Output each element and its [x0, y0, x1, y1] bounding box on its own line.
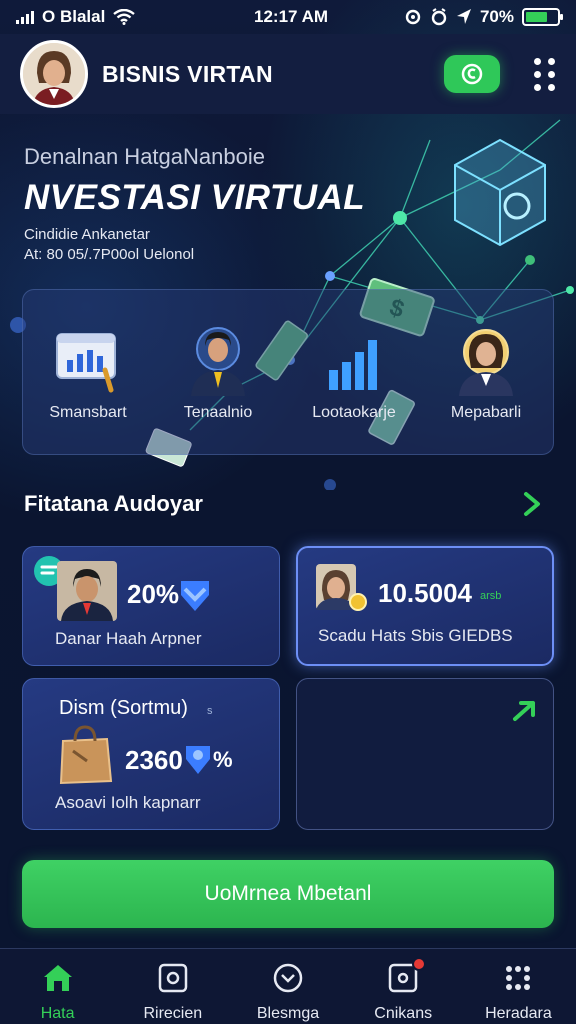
- home-icon: [43, 965, 72, 991]
- grid-dots-icon: [506, 966, 531, 990]
- currency-icon: [461, 63, 483, 85]
- alarm-icon: [431, 8, 447, 26]
- businesswoman-icon: [459, 329, 513, 396]
- feature-label: Tenaalnio: [183, 404, 253, 421]
- investment-card-2[interactable]: 10.5004 arsb Scadu Hats Sbis GIEDBS: [296, 546, 554, 666]
- shield-chevron-icon: [181, 581, 209, 611]
- card-description: Scadu Hats Sbis GIEDBS: [318, 626, 513, 645]
- card-description: Danar Haah Arpner: [55, 629, 202, 648]
- app-title: BISNIS VIRTAN: [102, 60, 273, 87]
- investment-card-3[interactable]: Dism (Sortmu) s 2360 % Asoavi Iolh kapna…: [22, 678, 280, 830]
- feature-panel: Smansbart Tenaalnio Lootaokarje Mepabarl…: [22, 289, 554, 455]
- growth-chart-icon: [329, 340, 377, 390]
- nav-item-5[interactable]: Heradara: [461, 949, 576, 1024]
- signal-icon: [16, 10, 34, 24]
- nav-item-3[interactable]: Blesmga: [230, 949, 345, 1024]
- chevron-right-icon[interactable]: [518, 488, 546, 520]
- nav-label: Heradara: [485, 1005, 552, 1022]
- card-heading-suffix: s: [207, 705, 213, 717]
- circle-chevron-icon: [273, 963, 303, 993]
- hero-description-line-1: Cindidie Ankanetar: [24, 226, 150, 243]
- section-title: Fitatana Audoyar: [24, 491, 203, 516]
- empty-card[interactable]: [296, 678, 554, 830]
- nav-label: Cnikans: [374, 1005, 433, 1022]
- nav-item-2[interactable]: Rirecien: [115, 949, 230, 1024]
- primary-cta-button[interactable]: UoMrnea Mbetanl: [22, 860, 554, 928]
- nav-item-home[interactable]: Hata: [0, 949, 115, 1024]
- card-value: 20%: [127, 579, 180, 609]
- location-icon: [456, 9, 471, 24]
- investment-card-1[interactable]: 20% Danar Haah Arpner: [22, 546, 280, 666]
- wifi-icon: [113, 9, 136, 25]
- feature-label: Smansbart: [49, 404, 127, 421]
- investor-photo: [57, 561, 117, 621]
- nav-label: Rirecien: [143, 1005, 203, 1022]
- nav-item-4[interactable]: Cnikans: [346, 949, 461, 1024]
- shield-icon: [186, 746, 210, 774]
- battery-percent: 70%: [479, 7, 514, 26]
- card-description: Asoavi Iolh kapnarr: [55, 793, 201, 812]
- avatar[interactable]: [20, 40, 88, 108]
- feature-label: Lootaokarje: [312, 404, 396, 421]
- wallet-button[interactable]: [444, 55, 500, 93]
- app-screen: O Blalal 12:17 AM 70% BISNIS VIRTAN $ De…: [0, 0, 576, 1024]
- businessman-icon: [191, 327, 245, 396]
- more-menu-icon[interactable]: [534, 57, 556, 91]
- sync-icon: [405, 9, 421, 25]
- card-value: 10.5004: [378, 578, 472, 608]
- card-value-suffix: %: [213, 747, 233, 772]
- carrier-label: O Blalal: [42, 7, 106, 26]
- bar-chart-icon: [56, 333, 116, 393]
- bottom-nav: Hata Rirecien Blesmga Cnikans Heradara: [0, 948, 576, 1024]
- notification-badge: [411, 957, 426, 971]
- hero-description-line-2: At: 80 05/.7P00ol Uelonol: [24, 246, 195, 263]
- battery-icon: [522, 8, 563, 26]
- shopping-bag-icon: [59, 725, 113, 785]
- nav-label: Hata: [40, 1005, 75, 1022]
- cube-icon: [454, 138, 546, 247]
- hero-subtitle: Denalnan HatgaNanboie: [24, 144, 265, 169]
- nav-label: Blesmga: [256, 1005, 320, 1022]
- card-value: 2360: [125, 745, 183, 775]
- arrow-up-right-icon: [513, 701, 535, 721]
- hero-title: NVESTASI VIRTUAL: [24, 178, 366, 217]
- investor-photo: [316, 564, 367, 611]
- clock: 12:17 AM: [254, 7, 329, 26]
- status-bar: O Blalal 12:17 AM 70%: [0, 0, 576, 34]
- feature-label: Mepabarli: [450, 404, 522, 421]
- square-dot-icon: [158, 963, 188, 993]
- card-value-suffix: arsb: [480, 590, 502, 602]
- card-heading: Dism (Sortmu): [59, 697, 188, 719]
- app-header: BISNIS VIRTAN: [0, 34, 576, 114]
